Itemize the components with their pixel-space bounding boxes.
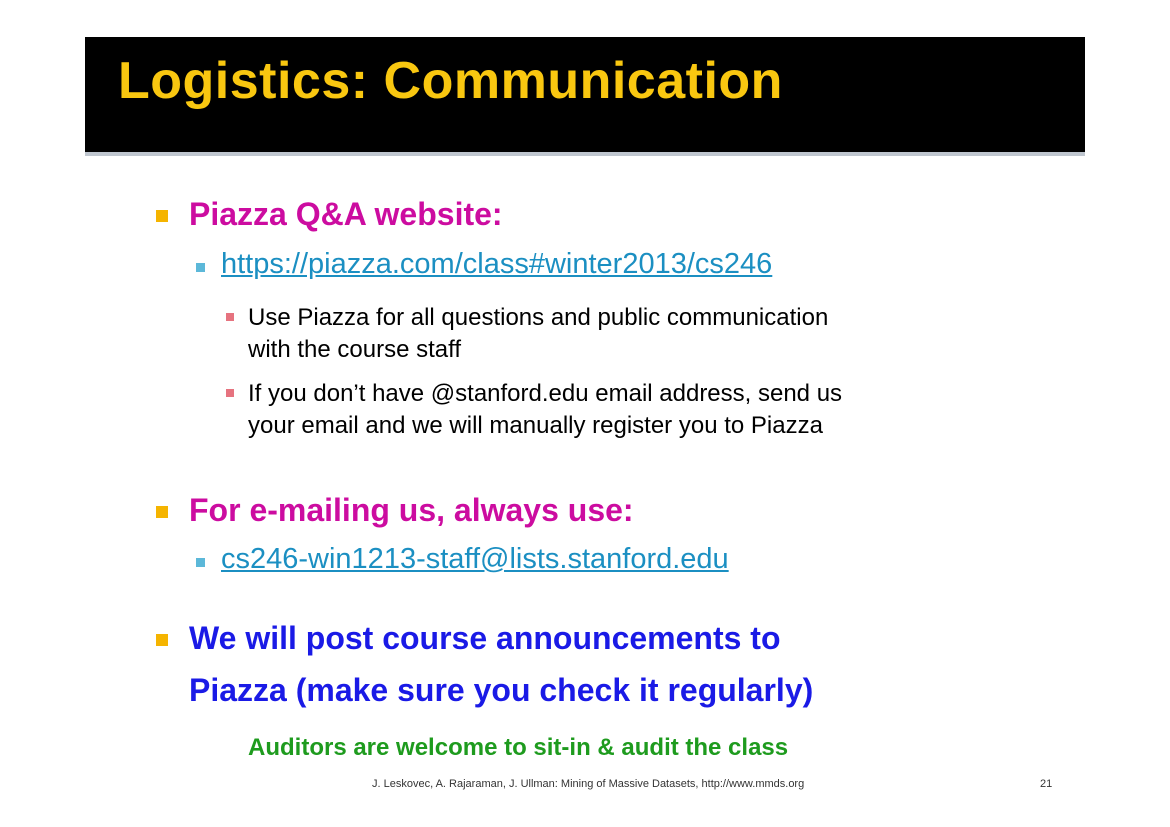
note-line: Use Piazza for all questions and public … xyxy=(248,304,829,331)
piazza-link[interactable]: https://piazza.com/class#winter2013/cs24… xyxy=(221,248,772,281)
staff-email-link[interactable]: cs246-win1213-staff@lists.stanford.edu xyxy=(221,543,729,576)
note-line: with the course staff xyxy=(248,336,461,363)
footer-citation: J. Leskovec, A. Rajaraman, J. Ullman: Mi… xyxy=(372,778,805,790)
announcements-line: Piazza (make sure you check it regularly… xyxy=(189,672,814,708)
announcements-line: We will post course announcements to xyxy=(189,620,781,656)
heading-email: For e-mailing us, always use: xyxy=(189,492,634,528)
bullet-square-icon xyxy=(156,506,168,518)
note-line: your email and we will manually register… xyxy=(248,412,823,439)
bullet-square-icon xyxy=(156,634,168,646)
bullet-square-icon xyxy=(226,313,234,321)
auditors-note: Auditors are welcome to sit-in & audit t… xyxy=(248,734,789,761)
slide-body: Piazza Q&A website: https://piazza.com/c… xyxy=(0,0,1170,827)
bullet-square-icon xyxy=(196,263,205,272)
heading-piazza: Piazza Q&A website: xyxy=(189,196,503,232)
bullet-square-icon xyxy=(196,558,205,567)
page-number: 21 xyxy=(1040,778,1053,790)
bullet-square-icon xyxy=(226,389,234,397)
note-line: If you don’t have @stanford.edu email ad… xyxy=(248,380,843,407)
bullet-square-icon xyxy=(156,210,168,222)
